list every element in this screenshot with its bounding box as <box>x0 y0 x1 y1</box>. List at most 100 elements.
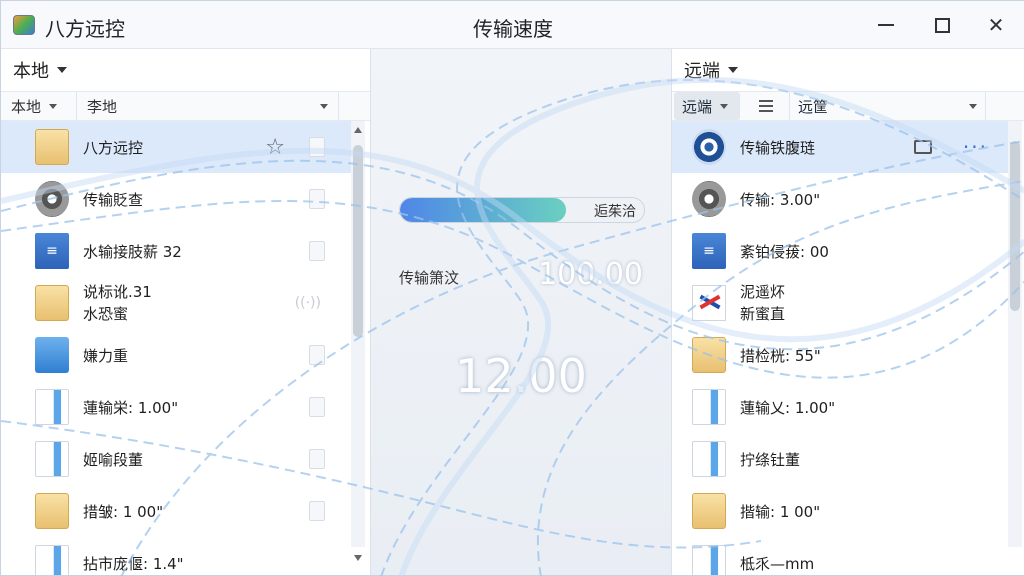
maximize-button[interactable] <box>927 11 957 39</box>
list-item[interactable]: 措检桄: 55" <box>672 329 1008 381</box>
chevron-down-icon <box>320 103 328 109</box>
transfer-pane: 逅茱洽 传输箫汶 100.00 12.00 <box>371 49 671 575</box>
remote-pane: 远端 远端 远筐 传输铁腹琏 ··· 传输: 3.00" ≡ 紊铂侵菝: 00 … <box>671 49 1024 575</box>
eye-icon <box>692 129 726 165</box>
file-name: 揩输: 1 00" <box>740 502 821 521</box>
list-item[interactable]: 揩输: 1 00" <box>672 485 1008 537</box>
list-item[interactable]: 传输貶查 <box>1 173 351 225</box>
remote-location-label: 远端 <box>682 97 713 116</box>
file-name: 传输铁腹琏 <box>740 138 816 157</box>
scroll-down-icon[interactable] <box>354 555 362 561</box>
list-item[interactable]: ≡ 水输接肢薪 32 <box>1 225 351 277</box>
file-subname: 新蜜直 <box>740 305 786 323</box>
app-window: 八方远控 传输速度 ✕ 本地 本地 李地 八方远控 ☆ 传输貶查 ≡ 水输接肢薪… <box>0 0 1024 576</box>
file-icon <box>35 545 69 575</box>
list-item[interactable]: 蓮输栄: 1.00" <box>1 381 351 433</box>
file-icon <box>309 137 325 157</box>
list-item[interactable]: 泥遥炋 新蜜直 <box>672 277 1008 329</box>
local-toolbar: 本地 李地 <box>1 91 370 121</box>
file-name: 紊铂侵菝: 00 <box>740 242 829 261</box>
minimize-button[interactable] <box>871 11 901 39</box>
local-path-dropdown[interactable]: 李地 <box>77 92 339 120</box>
minimize-icon <box>878 24 894 26</box>
wifi-icon: ((·)) <box>294 295 321 311</box>
remote-scrollbar[interactable] <box>1008 121 1022 547</box>
close-button[interactable]: ✕ <box>981 11 1011 39</box>
file-name: 八方远控 <box>83 138 144 157</box>
list-item[interactable]: 蓮输乂: 1.00" <box>672 381 1008 433</box>
remote-file-list: 传输铁腹琏 ··· 传输: 3.00" ≡ 紊铂侵菝: 00 泥遥炋 新蜜直 措… <box>672 121 1008 575</box>
list-item[interactable]: 说标讹.31 水恐蜜 ((·)) <box>1 277 351 329</box>
list-item[interactable]: 传输: 3.00" <box>672 173 1008 225</box>
chevron-down-icon <box>57 67 67 73</box>
file-name: 蓮输栄: 1.00" <box>83 398 179 417</box>
rate-label: 传输箫汶 <box>399 269 460 287</box>
file-name: 拧绦钍董 <box>740 450 801 469</box>
file-icon <box>692 389 726 425</box>
scroll-up-icon[interactable] <box>354 127 362 133</box>
file-icon <box>35 389 69 425</box>
folder-icon <box>35 285 69 321</box>
list-item[interactable]: 八方远控 ☆ <box>1 121 351 173</box>
local-header-dropdown[interactable]: 本地 <box>1 49 370 91</box>
file-name: 嫌力重 <box>83 346 129 365</box>
list-item[interactable]: 姬喻段董 <box>1 433 351 485</box>
list-item[interactable]: 拧绦钍董 <box>672 433 1008 485</box>
document-icon: ≡ <box>692 233 726 269</box>
local-scrollbar[interactable] <box>351 121 365 561</box>
scrollbar-thumb[interactable] <box>1010 141 1020 311</box>
file-icon <box>309 449 325 469</box>
local-location-dropdown[interactable]: 本地 <box>1 92 77 120</box>
local-path-label: 李地 <box>87 97 118 116</box>
list-item[interactable]: 嫌力重 <box>1 329 351 381</box>
disc-icon <box>692 181 726 217</box>
file-icon <box>692 545 726 575</box>
rate-value: 100.00 <box>538 257 643 292</box>
file-name: 泥遥炋 <box>740 283 786 301</box>
file-name: 措皱: 1 00" <box>83 502 164 521</box>
file-name: 拈市庞偃: 1.4" <box>83 554 184 573</box>
progress-fill <box>400 198 566 222</box>
chevron-down-icon <box>728 67 738 73</box>
file-icon <box>692 441 726 477</box>
star-icon[interactable]: ☆ <box>265 135 285 160</box>
local-file-list: 八方远控 ☆ 传输貶查 ≡ 水输接肢薪 32 说标讹.31 水恐蜜 ((·)) <box>1 121 351 575</box>
file-name: 措检桄: 55" <box>740 346 821 365</box>
list-view-button[interactable] <box>742 92 790 120</box>
file-name: 水输接肢薪 32 <box>83 242 182 261</box>
remote-header-dropdown[interactable]: 远端 <box>672 49 1024 91</box>
chevron-down-icon <box>49 103 58 109</box>
list-item[interactable]: ≡ 紊铂侵菝: 00 <box>672 225 1008 277</box>
file-icon <box>309 345 325 365</box>
folder-icon <box>35 129 69 165</box>
list-item[interactable]: 拈市庞偃: 1.4" <box>1 537 351 575</box>
more-options-icon[interactable]: ··· <box>963 135 988 159</box>
file-icon <box>35 441 69 477</box>
remote-header-label: 远端 <box>684 61 720 82</box>
remote-toolbar: 远端 远筐 <box>672 91 1024 121</box>
file-name: 传输貶查 <box>83 190 144 209</box>
file-name: 柢乑—mm <box>740 554 815 573</box>
file-icon <box>309 397 325 417</box>
list-item[interactable]: 措皱: 1 00" <box>1 485 351 537</box>
scrollbar-thumb[interactable] <box>353 145 363 337</box>
file-name: 说标讹.31 <box>83 283 152 301</box>
remote-path-label: 远筐 <box>798 97 829 116</box>
maximize-icon <box>934 17 950 33</box>
disc-icon <box>35 181 69 217</box>
file-icon <box>309 189 325 209</box>
file-name: 姬喻段董 <box>83 450 144 469</box>
folder-icon <box>692 493 726 529</box>
chevron-down-icon <box>720 103 729 109</box>
local-header-label: 本地 <box>13 61 49 82</box>
list-item[interactable]: 传输铁腹琏 ··· <box>672 121 1008 173</box>
share-icon[interactable] <box>914 140 932 154</box>
folder-icon <box>35 493 69 529</box>
title-bar: 八方远控 传输速度 ✕ <box>1 1 1024 49</box>
local-pane: 本地 本地 李地 八方远控 ☆ 传输貶查 ≡ 水输接肢薪 32 说标讹.31 水… <box>1 49 371 575</box>
file-subname: 水恐蜜 <box>83 305 129 323</box>
close-icon: ✕ <box>987 13 1005 37</box>
remote-path-dropdown[interactable]: 远筐 <box>790 92 986 120</box>
remote-location-dropdown[interactable]: 远端 <box>674 92 740 120</box>
list-item[interactable]: 柢乑—mm <box>672 537 1008 575</box>
